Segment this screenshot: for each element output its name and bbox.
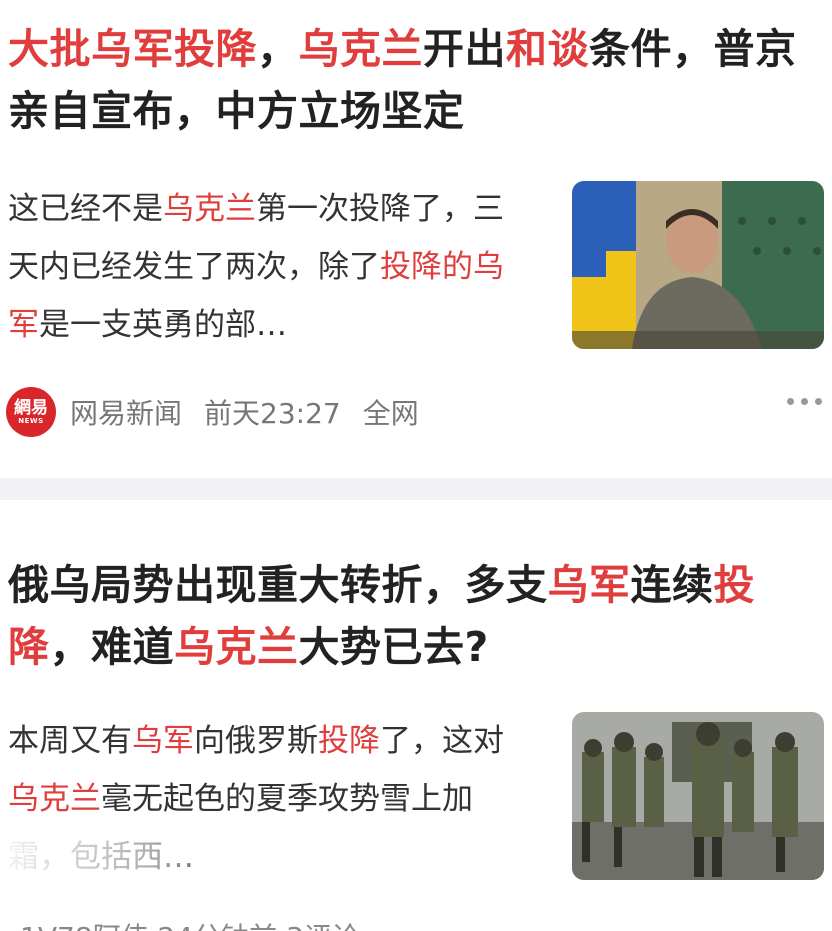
text-segment: 本周又有 (8, 723, 132, 759)
card-separator (0, 478, 832, 500)
text-segment: ，难道 (49, 623, 174, 671)
text-segment: 开出 (423, 25, 506, 73)
highlighted-keyword: 乌克兰 (8, 781, 101, 817)
publish-time: 前天23:27 (204, 397, 341, 430)
article-meta: 網易 NEWS 网易新闻 前天23:27 全网 (6, 386, 826, 438)
person-at-desk-photo-icon (572, 181, 824, 349)
highlighted-keyword: 乌军 (132, 723, 194, 759)
highlighted-keyword: 大批乌军投降 (8, 25, 257, 73)
article-thumbnail-2[interactable] (572, 712, 824, 880)
more-options-icon[interactable] (787, 398, 822, 405)
highlighted-keyword: 乌克兰 (174, 623, 299, 671)
soldiers-photo-icon (572, 712, 824, 880)
netease-news-logo[interactable]: 網易 NEWS (6, 387, 56, 437)
article-title[interactable]: 大批乌军投降，乌克兰开出和谈条件，普京亲自宣布，中方立场坚定 (8, 18, 824, 142)
image-fade-overlay (0, 838, 250, 878)
highlighted-keyword: 乌克兰 (163, 191, 256, 227)
text-segment: 毫无起色的夏季攻势 (101, 781, 380, 817)
highlighted-keyword: 乌克兰 (298, 25, 423, 73)
text-segment: ， (257, 25, 299, 73)
text-segment: 是一支英勇的部… (39, 307, 287, 343)
highlighted-keyword: 和谈 (506, 25, 589, 73)
text-segment: 了，这对 (380, 723, 504, 759)
news-card-1[interactable]: 大批乌军投降，乌克兰开出和谈条件，普京亲自宣布，中方立场坚定 这已经不是乌克兰第… (0, 0, 832, 478)
text-segment: 这已经不是 (8, 191, 163, 227)
highlighted-keyword: 投降 (318, 723, 380, 759)
article-title-2[interactable]: 俄乌局势出现重大转折，多支乌军连续投降，难道乌克兰大势已去? (8, 554, 824, 678)
text-segment: 向俄罗斯 (194, 723, 318, 759)
article-summary: 这已经不是乌克兰第一次投降了，三天内已经发生了两次，除了投降的乌军是一支英勇的部… (8, 180, 528, 354)
article-meta-2: 1V78阿伟 24分钟前 3评论 (20, 916, 580, 931)
scope-label: 全网 (362, 397, 419, 430)
text-segment: 连续 (630, 561, 714, 609)
source-name[interactable]: 网易新闻 (70, 392, 182, 432)
article-thumbnail[interactable] (572, 181, 824, 349)
highlighted-keyword: 乌军 (547, 561, 631, 609)
text-segment: 大势已去? (298, 623, 489, 671)
text-segment: 俄乌局势出现重大转折，多支 (8, 561, 548, 609)
